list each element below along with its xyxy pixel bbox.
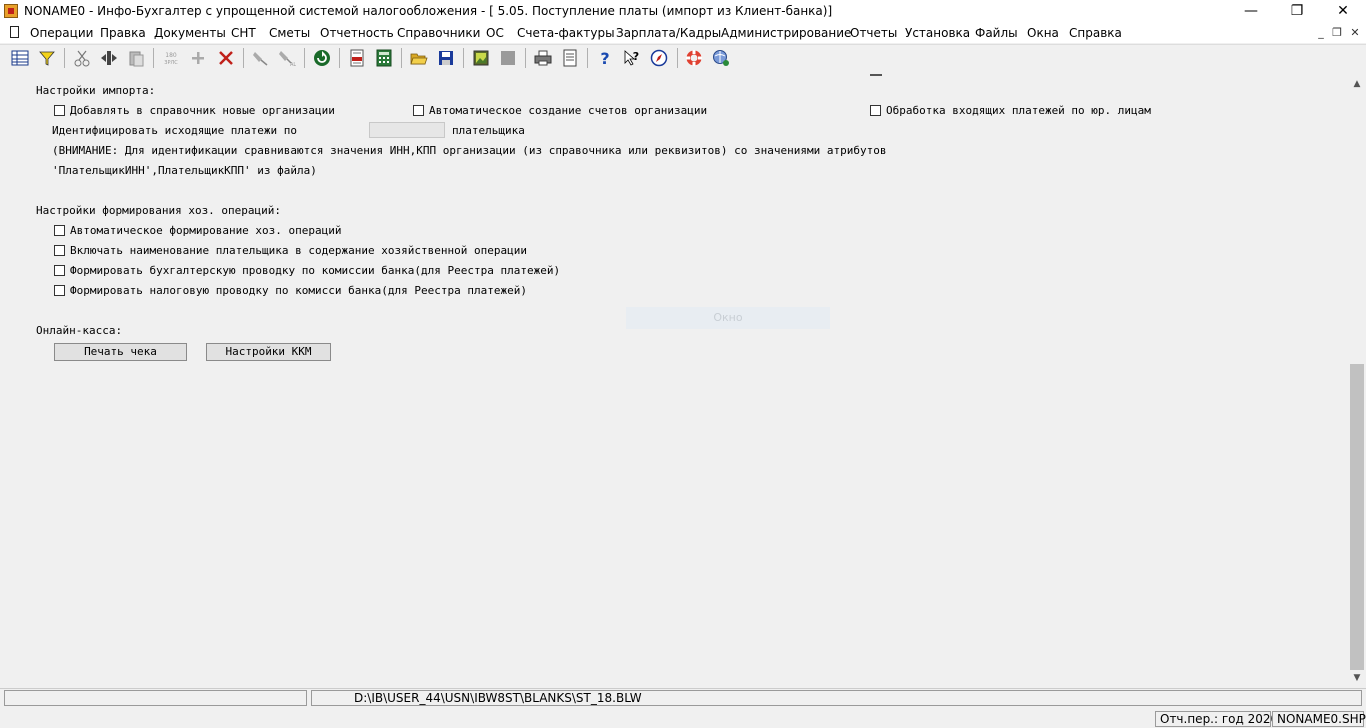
- toolbar-separator: [677, 48, 678, 68]
- scrollbar-thumb[interactable]: [1350, 364, 1364, 670]
- title-bar: NONAME0 - Инфо-Бухгалтер с упрощенной си…: [0, 0, 1366, 23]
- scroll-up-icon[interactable]: ▲: [1348, 76, 1366, 93]
- menu-os[interactable]: ОС: [486, 26, 504, 40]
- svg-text:180: 180: [165, 52, 177, 59]
- tax-entry-commission-checkbox[interactable]: [54, 285, 65, 296]
- warning-note-line2: 'ПлательщикИНН',ПлательщикКПП' из файла): [52, 164, 317, 177]
- menu-edit[interactable]: Правка: [100, 26, 146, 40]
- auto-accounts-label: Автоматическое создание счетов организац…: [429, 104, 708, 117]
- move-icon[interactable]: [100, 49, 118, 67]
- import-settings-heading: Настройки импорта:: [36, 84, 156, 97]
- mdi-restore-button[interactable]: ❐: [1328, 25, 1346, 41]
- shp-file-status: NONAME0.SHP: [1272, 711, 1366, 727]
- period-status: Отч.пер.: год 2020: [1155, 711, 1278, 727]
- tax-entry-commission-label: Формировать налоговую проводку по комисс…: [70, 284, 527, 297]
- pdf-icon[interactable]: [348, 49, 366, 67]
- include-payer-name-label: Включать наименование плательщика в соде…: [70, 244, 527, 257]
- lifebuoy-icon[interactable]: [685, 49, 703, 67]
- cut-icon[interactable]: [73, 49, 91, 67]
- svg-text:ALL: ALL: [290, 62, 296, 67]
- status-cell-empty: [4, 690, 307, 706]
- toolbar-separator: [153, 48, 154, 68]
- minimize-button[interactable]: —: [1228, 0, 1274, 23]
- print-icon[interactable]: [534, 49, 552, 67]
- menu-administration[interactable]: Администрирование: [721, 26, 851, 40]
- auto-operations-label: Автоматическое формирование хоз. операци…: [70, 224, 342, 237]
- menu-invoices[interactable]: Счета-фактуры: [517, 26, 615, 40]
- rotate-180-icon[interactable]: 180ЗРЛС: [162, 49, 180, 67]
- menu-windows[interactable]: Окна: [1027, 26, 1059, 40]
- pin-icon[interactable]: [251, 49, 269, 67]
- menu-reporting[interactable]: Отчетность: [320, 26, 394, 40]
- accounting-entry-commission-label: Формировать бухгалтерскую проводку по ко…: [70, 264, 561, 277]
- toolbar-separator: [587, 48, 588, 68]
- svg-text:?: ?: [600, 49, 609, 67]
- toolbar-separator: [304, 48, 305, 68]
- close-button[interactable]: ✕: [1320, 0, 1366, 23]
- menu-help[interactable]: Справка: [1069, 26, 1122, 40]
- toolbar-separator: [401, 48, 402, 68]
- svg-text:?: ?: [633, 50, 639, 63]
- image-icon[interactable]: [472, 49, 490, 67]
- mdi-close-button[interactable]: ✕: [1346, 25, 1364, 41]
- context-help-icon[interactable]: ?: [623, 49, 641, 67]
- help-icon[interactable]: ?: [596, 49, 614, 67]
- add-orgs-checkbox[interactable]: [54, 105, 65, 116]
- menu-salary[interactable]: Зарплата/Кадры: [616, 26, 721, 40]
- calculator-icon[interactable]: [375, 49, 393, 67]
- delete-icon[interactable]: [217, 49, 235, 67]
- file-path-status: D:\IB\USER_44\USN\IBW8ST\BLANKS\ST_18.BL…: [311, 690, 1362, 706]
- menu-directories[interactable]: Справочники: [397, 26, 480, 40]
- toolbar-separator: [243, 48, 244, 68]
- toolbar-separator: [525, 48, 526, 68]
- include-payer-name-checkbox[interactable]: [54, 245, 65, 256]
- identify-prefix: Идентифицировать исходящие платежи по: [52, 124, 298, 137]
- kkm-settings-button[interactable]: Настройки ККМ: [206, 343, 331, 361]
- identify-suffix: плательщика: [452, 124, 525, 137]
- incoming-legal-label: Обработка входящих платежей по юр. лицам: [886, 104, 1151, 117]
- toolbar-separator: [463, 48, 464, 68]
- accounting-entry-commission-checkbox[interactable]: [54, 265, 65, 276]
- svg-text:ЗРЛС: ЗРЛС: [164, 60, 178, 66]
- compass-icon[interactable]: [650, 49, 668, 67]
- warning-note-line1: (ВНИМАНИЕ: Для идентификации сравниваютс…: [52, 144, 887, 157]
- paste-icon[interactable]: [127, 49, 145, 67]
- filter-icon[interactable]: [38, 49, 56, 67]
- window-title: NONAME0 - Инфо-Бухгалтер с упрощенной си…: [24, 4, 833, 18]
- preview-icon[interactable]: [561, 49, 579, 67]
- scroll-down-icon[interactable]: ▼: [1348, 670, 1366, 687]
- menu-setup[interactable]: Установка: [905, 26, 970, 40]
- add-orgs-label: Добавлять в справочник новые организации: [70, 104, 335, 117]
- table-icon[interactable]: [11, 49, 29, 67]
- auto-operations-checkbox[interactable]: [54, 225, 65, 236]
- incoming-legal-checkbox[interactable]: [870, 105, 881, 116]
- menu-reports[interactable]: Отчеты: [850, 26, 897, 40]
- print-receipt-button[interactable]: Печать чека: [54, 343, 187, 361]
- menu-files[interactable]: Файлы: [975, 26, 1018, 40]
- toolbar-separator: [339, 48, 340, 68]
- menu-documents[interactable]: Документы: [154, 26, 226, 40]
- operations-settings-heading: Настройки формирования хоз. операций:: [36, 204, 282, 217]
- resize-marker: [870, 74, 882, 76]
- refresh-icon[interactable]: [313, 49, 331, 67]
- menu-estimates[interactable]: Сметы: [269, 26, 310, 40]
- open-folder-icon[interactable]: [410, 49, 428, 67]
- document-icon[interactable]: [10, 26, 19, 38]
- app-icon: [4, 4, 18, 18]
- maximize-button[interactable]: ❐: [1274, 0, 1320, 23]
- disk-gray-icon[interactable]: [499, 49, 517, 67]
- auto-accounts-checkbox[interactable]: [413, 105, 424, 116]
- menu-snt[interactable]: СНТ: [231, 26, 256, 40]
- save-icon[interactable]: [437, 49, 455, 67]
- menu-operations[interactable]: Операции: [30, 26, 93, 40]
- faded-window-label: Окно: [626, 307, 830, 329]
- identify-select[interactable]: [369, 122, 445, 138]
- online-kassa-heading: Онлайн-касса:: [36, 324, 123, 337]
- globe-icon[interactable]: [712, 49, 730, 67]
- pin-multi-icon[interactable]: ALL: [278, 49, 296, 67]
- toolbar-separator: [64, 48, 65, 68]
- add-icon[interactable]: [189, 49, 207, 67]
